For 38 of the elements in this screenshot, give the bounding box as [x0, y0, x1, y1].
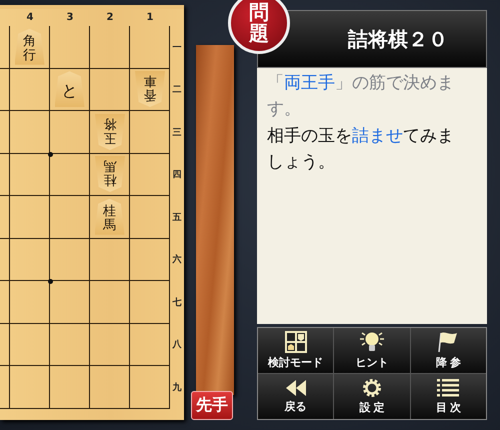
menu-button[interactable]: 検討モード [258, 328, 334, 373]
menu-button[interactable]: 戻る [258, 374, 334, 419]
file-label: 3 [66, 12, 74, 23]
settings-icon [362, 378, 382, 398]
shogi-piece[interactable]: 角行 [14, 28, 44, 65]
menu-button[interactable]: 目 次 [410, 374, 486, 419]
file-label: 2 [106, 12, 114, 23]
flag-icon [437, 331, 460, 353]
lightbulb-icon [358, 331, 386, 353]
rank-label: 三 [172, 126, 182, 139]
rank-label: 一 [172, 42, 182, 54]
rank-label: 七 [172, 296, 182, 309]
board-dot [48, 152, 53, 156]
shogi-piece[interactable]: 桂馬 [94, 156, 124, 192]
rank-label: 五 [172, 212, 182, 224]
menu-button[interactable]: 降 参 [410, 328, 486, 373]
shogi-piece[interactable]: 玉将 [94, 114, 124, 150]
rank-label: 六 [172, 253, 182, 266]
shogi-piece[interactable]: 香車 [134, 71, 164, 108]
file-label: 1 [146, 12, 154, 23]
board-dot [48, 279, 53, 284]
rank-label: 四 [172, 169, 182, 182]
rank-label: 二 [172, 84, 182, 96]
shogi-piece[interactable]: 桂馬 [94, 198, 124, 235]
menu-button[interactable]: 設 定 [334, 374, 410, 419]
rank-label: 八 [172, 338, 182, 352]
turn-badge: 先手 [191, 391, 233, 420]
rank-label: 九 [172, 381, 182, 394]
list-icon [436, 378, 460, 398]
menu-button[interactable]: ヒント [334, 328, 410, 373]
problem-title: 詰将棋２０ [348, 26, 448, 52]
instruction-text: 相手の玉を詰ませてみましょう。 [267, 124, 455, 174]
file-label: 4 [26, 12, 34, 23]
grid-icon [284, 331, 307, 353]
shogi-piece[interactable]: と [54, 71, 84, 108]
rewind-icon [284, 379, 308, 397]
instruction-text: 「両王手」の筋で決めます。 [267, 72, 455, 122]
problem-badge: 問題 [228, 0, 290, 54]
